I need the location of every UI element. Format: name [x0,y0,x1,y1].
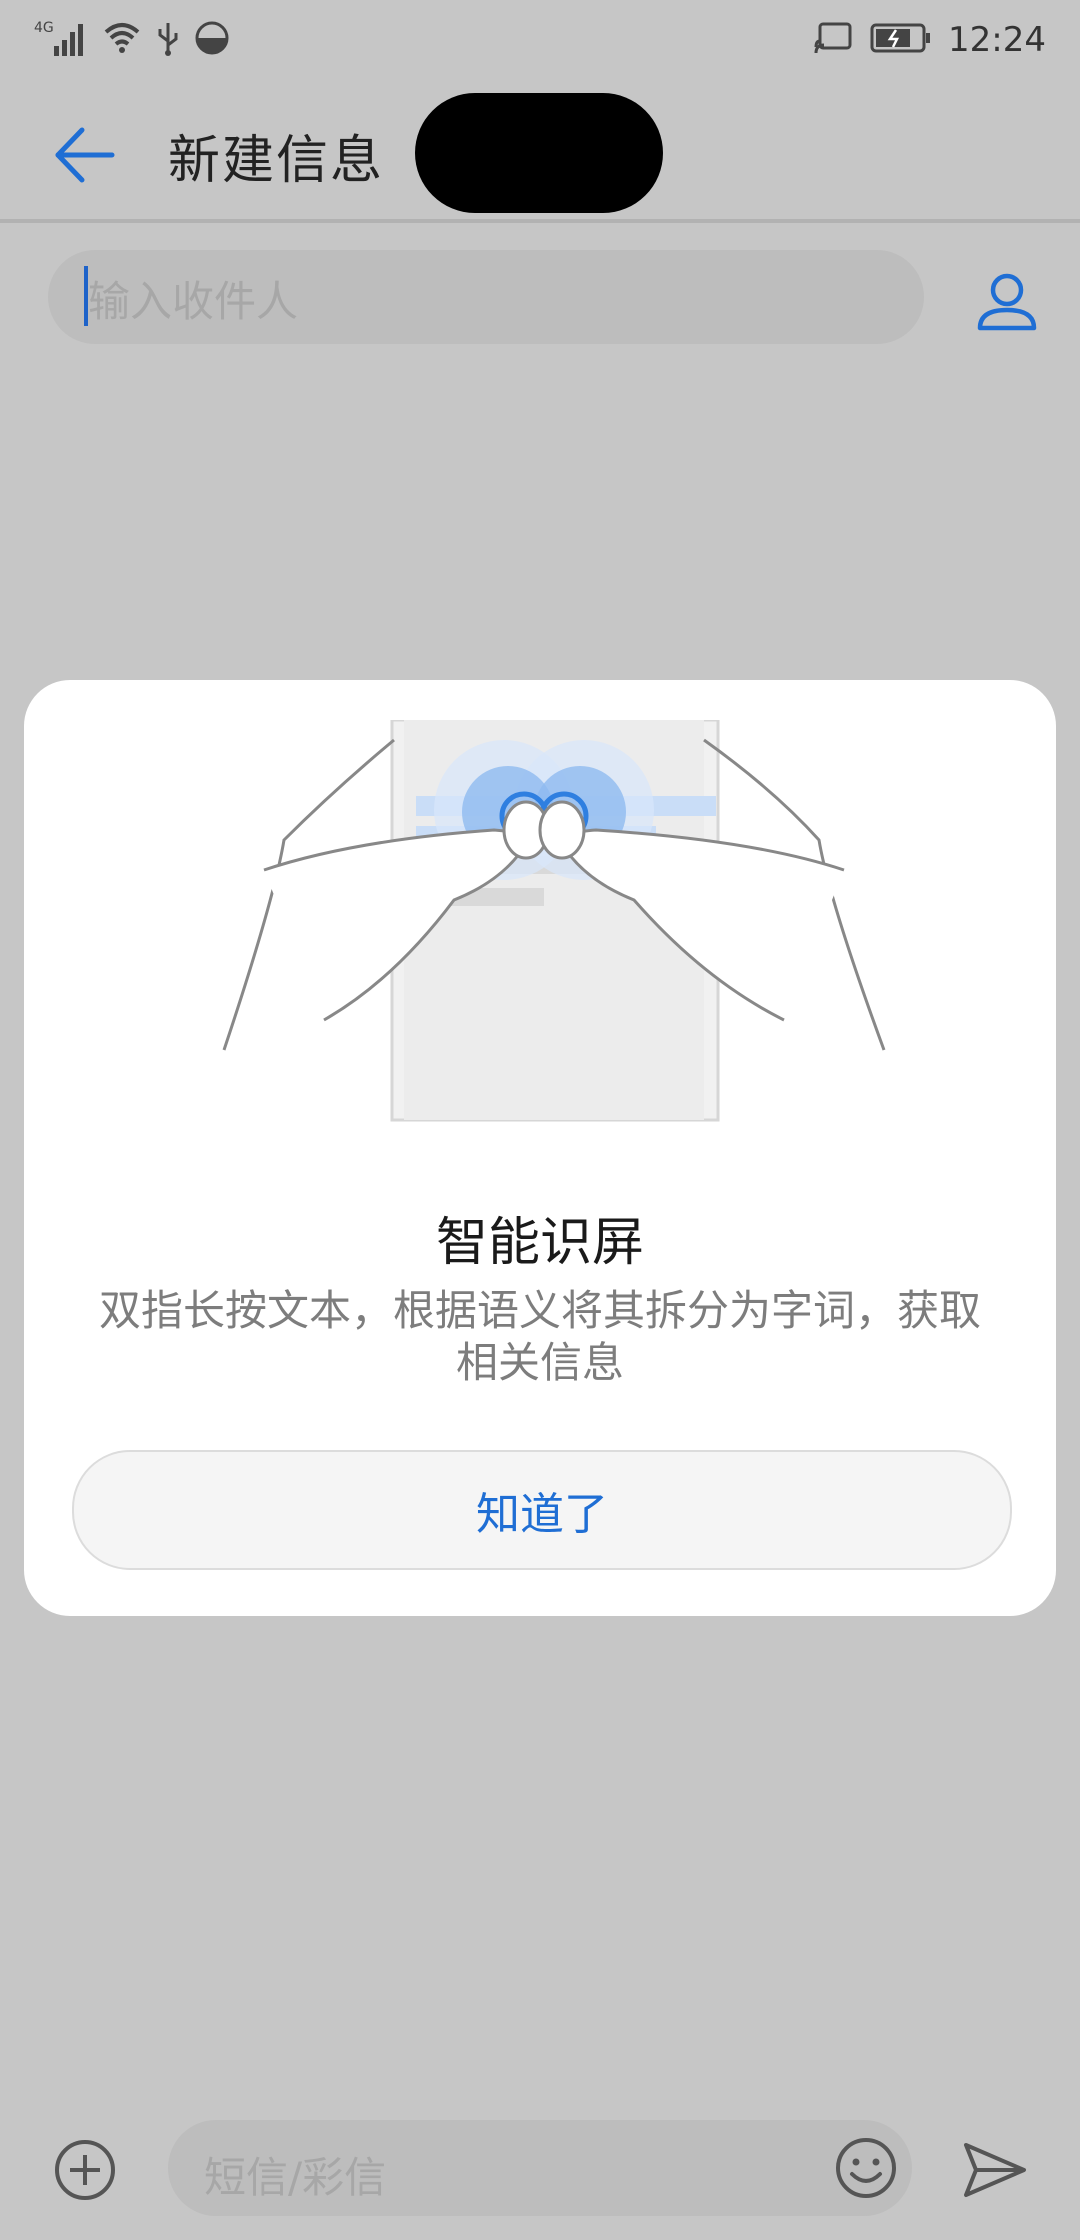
got-it-label: 知道了 [476,1489,608,1540]
signal-icon: 4G [34,18,90,62]
recipient-placeholder: 输入收件人 [88,277,299,326]
emoji-button[interactable] [830,2132,902,2204]
clock: 12:24 [948,20,1046,60]
add-icon [55,2140,115,2200]
svg-text:4G: 4G [34,20,54,36]
smart-screen-dialog: 智能识屏 双指长按文本，根据语义将其拆分为字词，获取相关信息 知道了 [24,680,1056,1616]
composer-bar: 短信/彩信 [0,2110,1080,2220]
add-attachment-button[interactable] [50,2135,120,2205]
recipient-input[interactable]: 输入收件人 [48,250,924,344]
send-button[interactable] [960,2135,1030,2205]
status-bar: 4G 12:24 [0,0,1080,80]
back-button[interactable] [50,120,120,190]
contacts-button[interactable] [972,268,1042,338]
message-input[interactable]: 短信/彩信 [168,2120,912,2216]
two-finger-illustration [204,718,904,1140]
contact-icon [977,273,1037,331]
app-bar: 新建信息 [0,80,1080,220]
status-icons-right: 12:24 [814,18,1046,62]
data-saver-icon [194,20,230,60]
dialog-title: 智能识屏 [435,1213,644,1273]
battery-icon [870,22,932,58]
usb-icon [154,19,182,61]
send-icon [964,2143,1026,2197]
header-divider [0,219,1080,223]
message-placeholder: 短信/彩信 [204,2153,387,2202]
emoji-icon [836,2138,896,2198]
dialog-description: 双指长按文本，根据语义将其拆分为字词，获取相关信息 [98,1286,981,1387]
page-title: 新建信息 [168,131,385,191]
status-icons-left: 4G [34,18,230,62]
got-it-button[interactable]: 知道了 [72,1450,1012,1570]
wifi-icon [102,20,142,60]
back-arrow-icon [55,127,115,183]
camera-cutout [415,93,663,213]
cast-icon [814,21,854,59]
